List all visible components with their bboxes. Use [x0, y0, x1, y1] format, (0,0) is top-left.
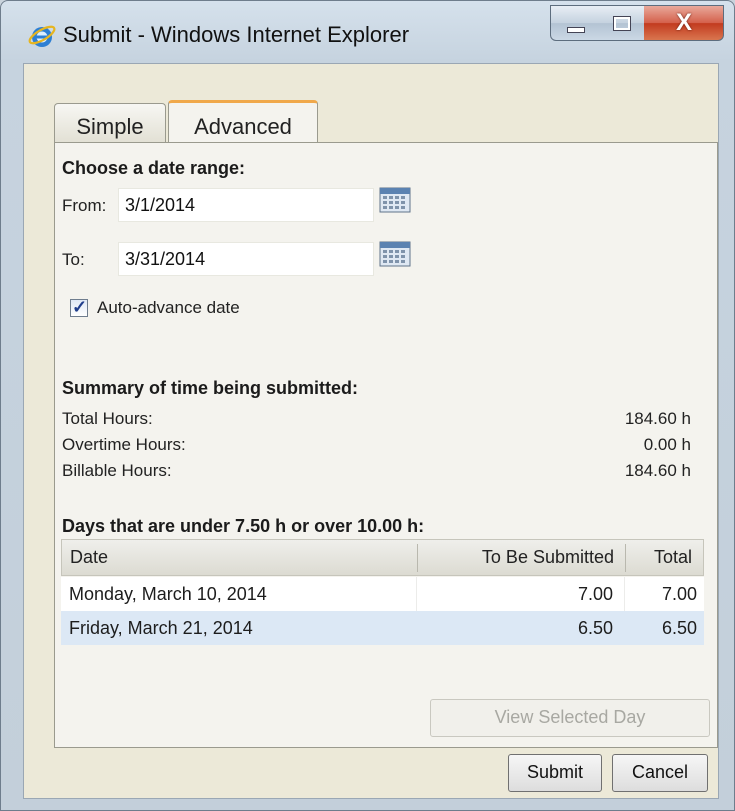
summary-label-overtime: Overtime Hours: [62, 435, 186, 454]
minimize-icon [567, 27, 585, 33]
cell-date: Monday, March 10, 2014 [69, 584, 267, 604]
browser-window: Submit - Windows Internet Explorer X Sim… [0, 0, 735, 811]
maximize-button[interactable] [598, 5, 645, 41]
cell-date: Friday, March 21, 2014 [69, 618, 253, 638]
summary-value-total: 184.60 h [624, 409, 691, 428]
maximize-icon [613, 16, 631, 31]
days-heading: Days that are under 7.50 h or over 10.00… [62, 516, 425, 536]
summary-label-total: Total Hours: [62, 409, 153, 428]
cell-to-be-submitted: 7.00 [577, 584, 613, 604]
to-date-input[interactable] [118, 242, 374, 276]
to-label: To: [62, 250, 85, 269]
from-date-input[interactable] [118, 188, 374, 222]
table-row[interactable]: Friday, March 21, 2014 6.50 6.50 [61, 611, 704, 645]
grid-header: Date To Be Submitted Total [61, 539, 704, 576]
minimize-button[interactable] [550, 5, 599, 41]
auto-advance-label: Auto-advance date [97, 298, 240, 317]
close-icon: X [675, 9, 692, 36]
column-header-to-be-submitted[interactable]: To Be Submitted [418, 540, 622, 575]
calendar-icon[interactable] [379, 241, 411, 267]
tab-advanced[interactable]: Advanced [168, 100, 318, 144]
summary-heading: Summary of time being submitted: [62, 378, 359, 398]
cell-total: 6.50 [661, 618, 697, 638]
window-title: Submit - Windows Internet Explorer [63, 22, 410, 47]
summary-value-overtime: 0.00 h [643, 435, 691, 454]
tab-simple[interactable]: Simple [54, 103, 166, 143]
table-row[interactable]: Monday, March 10, 2014 7.00 7.00 [61, 577, 704, 611]
summary-label-billable: Billable Hours: [62, 461, 172, 480]
column-header-date[interactable]: Date [70, 540, 410, 575]
view-selected-day-button[interactable]: View Selected Day [430, 699, 710, 737]
date-range-heading: Choose a date range: [62, 158, 246, 178]
title-bar[interactable]: Submit - Windows Internet Explorer X [1, 1, 734, 63]
auto-advance-checkbox[interactable]: ✓ [70, 297, 88, 317]
summary-value-billable: 184.60 h [624, 461, 691, 480]
submit-button[interactable]: Submit [508, 754, 602, 792]
advanced-panel: Choose a date range: From: To: [54, 142, 718, 748]
cancel-button[interactable]: Cancel [612, 754, 708, 792]
close-button[interactable]: X [644, 5, 724, 41]
dialog-client-area: Simple Advanced Choose a date range: Fro… [23, 63, 719, 799]
internet-explorer-icon [28, 25, 56, 47]
cell-to-be-submitted: 6.50 [577, 618, 613, 638]
cell-total: 7.00 [661, 584, 697, 604]
checkmark-icon: ✓ [72, 297, 88, 317]
calendar-icon[interactable] [379, 187, 411, 213]
column-header-total[interactable]: Total [626, 540, 698, 575]
from-label: From: [62, 196, 107, 215]
